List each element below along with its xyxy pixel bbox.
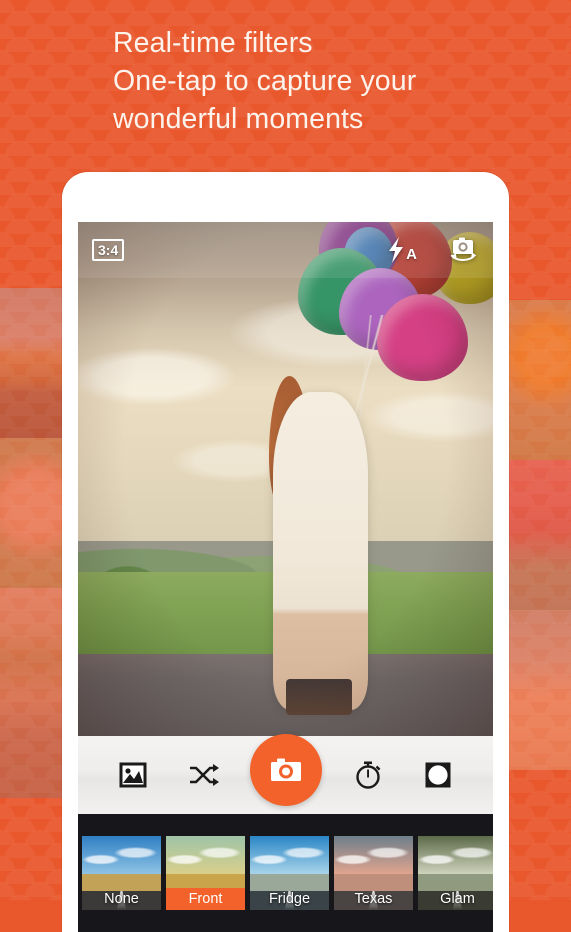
filter-item[interactable]: Fridge — [250, 836, 329, 910]
filter-label: Fridge — [268, 891, 311, 907]
camera-viewfinder[interactable]: 3:4 A — [78, 222, 493, 736]
thumb-clouds — [166, 836, 245, 875]
flash-mode-button[interactable]: A — [387, 237, 417, 263]
gallery-button[interactable] — [110, 761, 156, 789]
collage-photo-road — [0, 288, 64, 438]
camera-toolbar — [78, 734, 493, 814]
phone-mockup: 3:4 A None Front Fridge Texas Glam — [62, 172, 509, 932]
timer-button[interactable] — [345, 760, 391, 790]
shuffle-button[interactable] — [180, 761, 226, 789]
filter-item[interactable]: Glam — [418, 836, 493, 910]
aspect-ratio-button[interactable]: 3:4 — [92, 239, 125, 261]
flash-auto-letter: A — [406, 246, 417, 263]
gallery-icon — [119, 762, 147, 788]
collage-photo-beach — [507, 610, 571, 770]
shuffle-icon — [189, 764, 219, 786]
filter-item[interactable]: Front — [166, 836, 245, 910]
vignette-icon — [425, 762, 451, 788]
phone-screen: 3:4 A None Front Fridge Texas Glam — [78, 222, 493, 932]
shutter-button[interactable] — [249, 734, 322, 806]
filter-item[interactable]: None — [82, 836, 161, 910]
photo-woman-shoes — [285, 679, 352, 716]
headline-line-3: wonderful moments — [113, 103, 364, 135]
headline-line-2: One-tap to capture your — [113, 65, 417, 97]
vignette-button[interactable] — [415, 761, 461, 789]
filter-item[interactable]: Texas — [334, 836, 413, 910]
thumb-clouds — [334, 836, 413, 875]
collage-photo-radio — [507, 460, 571, 610]
flash-auto-icon — [389, 237, 404, 263]
background-photo-collage-right — [507, 300, 571, 770]
filter-strip[interactable]: None Front Fridge Texas Glam — [78, 814, 493, 932]
camera-icon — [270, 758, 301, 781]
headline-line-1: Real-time filters — [113, 27, 313, 59]
collage-photo-street — [0, 588, 64, 798]
filter-label: None — [104, 891, 139, 907]
photo-woman-dress — [273, 391, 369, 711]
collage-photo-sunflowers — [507, 300, 571, 460]
headline: Real-time filters One-tap to capture you… — [113, 24, 533, 138]
background-photo-collage-left — [0, 288, 64, 798]
thumb-clouds — [418, 836, 493, 875]
filter-label: Texas — [354, 891, 393, 907]
thumb-clouds — [250, 836, 329, 875]
collage-photo-portrait — [0, 438, 64, 588]
filter-label: Glam — [440, 891, 475, 907]
switch-camera-icon[interactable] — [447, 235, 479, 265]
filter-label: Front — [166, 888, 245, 910]
thumb-clouds — [82, 836, 161, 875]
camera-top-bar: 3:4 A — [78, 222, 493, 278]
timer-icon — [356, 761, 381, 789]
